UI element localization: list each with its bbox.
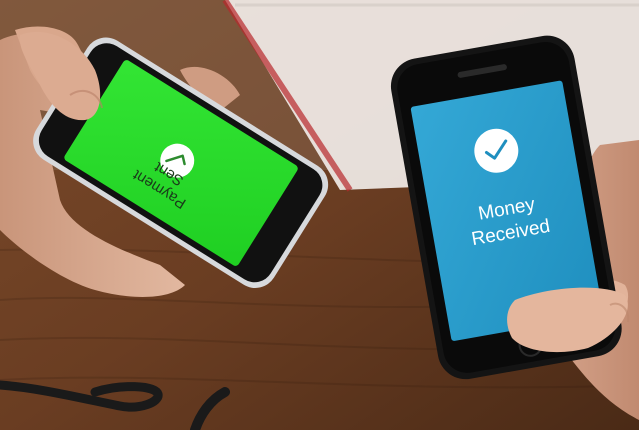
photo-illustration: Payment Sent Money Received — [0, 0, 639, 430]
photo-scene: Payment Sent Money Received — [0, 0, 639, 430]
